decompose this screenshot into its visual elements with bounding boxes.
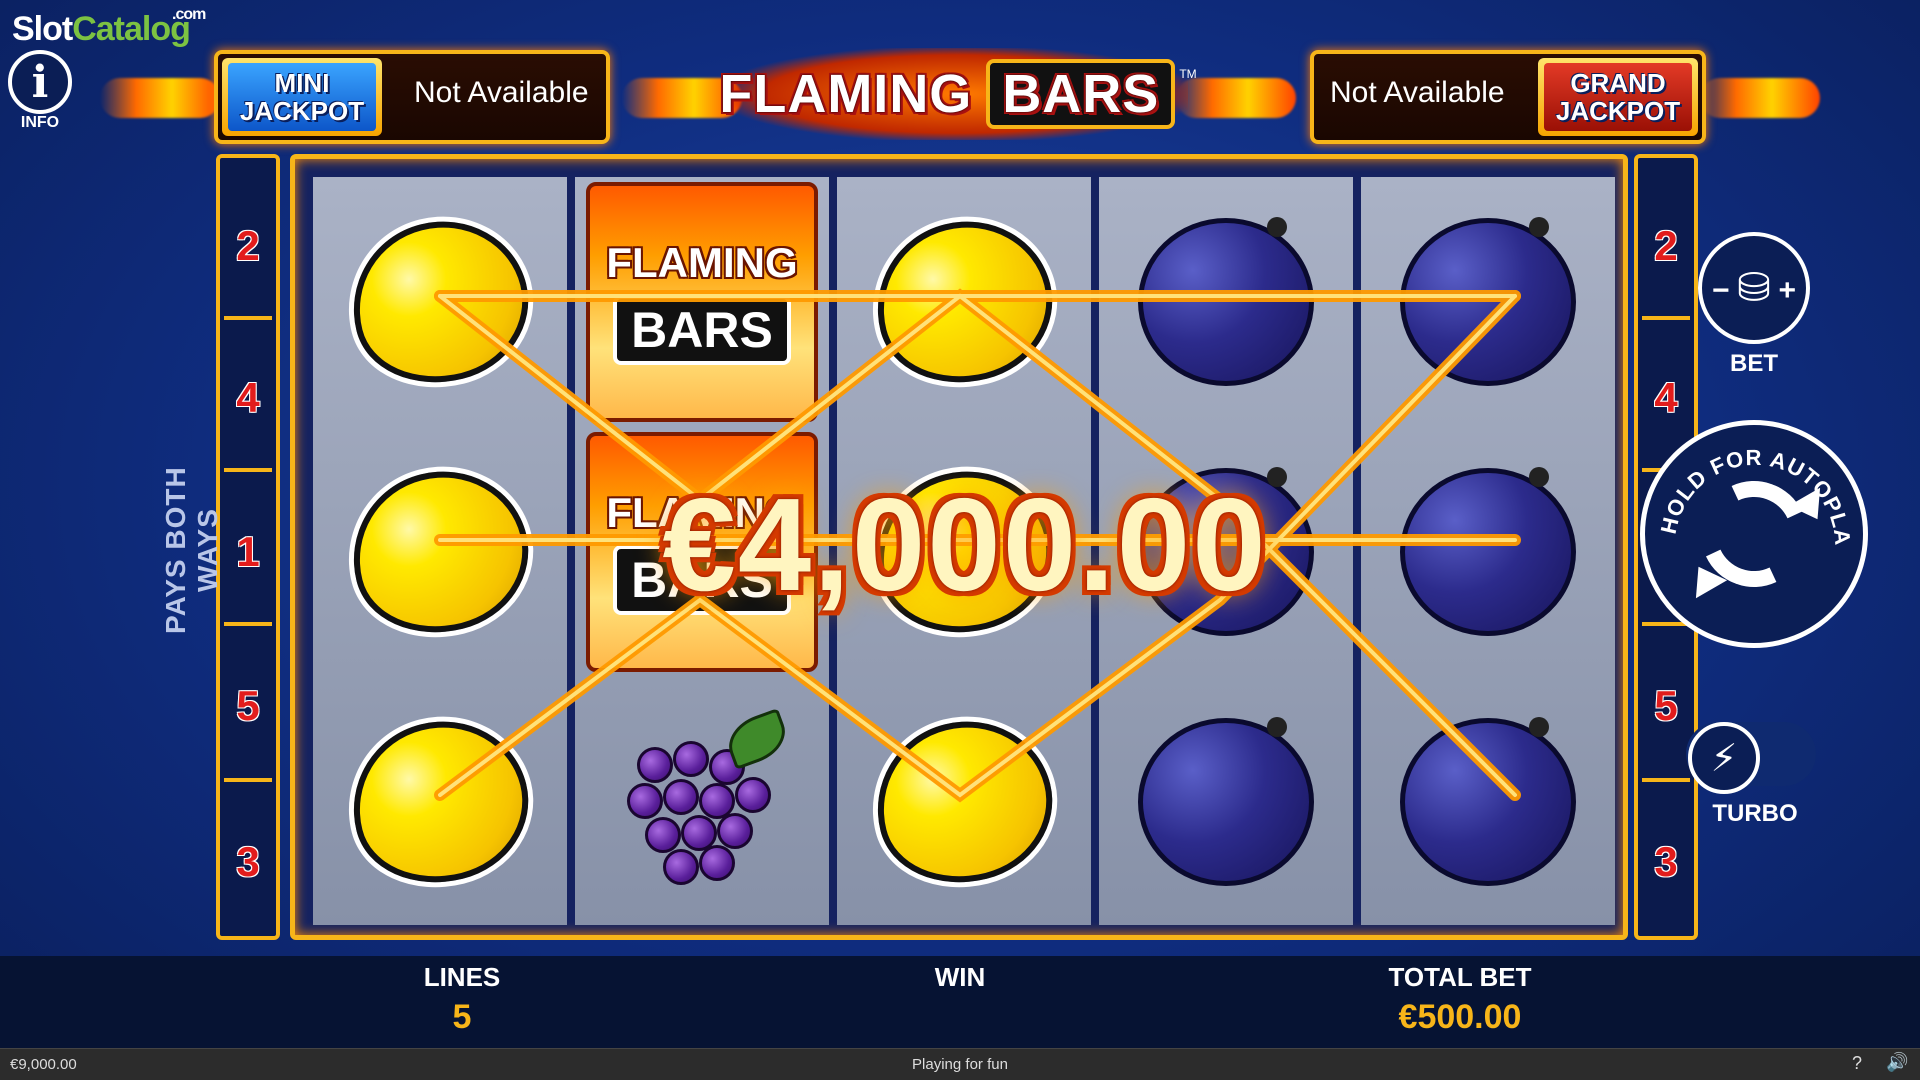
bet-button[interactable]: − ⛁ + [1698, 232, 1810, 344]
payline-number[interactable]: 1 [220, 528, 276, 576]
play-mode-text: Playing for fun [912, 1056, 1008, 1073]
reel-cell [1361, 177, 1615, 426]
help-icon[interactable]: ? [1852, 1053, 1862, 1074]
lemon-symbol-icon [335, 452, 545, 651]
payline-number[interactable]: 3 [1638, 838, 1694, 886]
flame-decoration-logo-right [1176, 78, 1296, 118]
win-label: WIN [934, 962, 986, 992]
minus-icon: − [1712, 274, 1730, 307]
plum-symbol-icon [1400, 216, 1576, 386]
info-icon: i [31, 56, 49, 108]
reel-cell [1361, 427, 1615, 676]
grand-jackpot-badge: GRAND JACKPOT [1538, 58, 1698, 136]
big-win-amount: €4,000.00 [662, 471, 1268, 618]
reel-cell [837, 177, 1091, 426]
payline-number[interactable]: 4 [1638, 374, 1694, 422]
plus-icon: + [1778, 274, 1796, 307]
mini-jackpot-badge: MINI JACKPOT [222, 58, 382, 136]
total-bet-value: €500.00 [1398, 998, 1522, 1036]
plum-symbol-icon [1138, 716, 1314, 886]
slotcatalog-watermark: SlotCatalog .com [12, 6, 206, 48]
coin-stack-icon: ⛁ [1737, 266, 1771, 310]
info-label: INFO [20, 114, 60, 131]
reel-cell [313, 177, 567, 426]
lemon-symbol-icon [335, 702, 545, 901]
plum-symbol-icon [1138, 216, 1314, 386]
reel-cell [1099, 677, 1353, 926]
info-button[interactable]: i [8, 50, 72, 114]
flame-decoration-left [100, 78, 220, 118]
flaming-bars-symbol-icon: FLAMING BARS [586, 181, 818, 422]
reel-1 [313, 177, 567, 925]
grapes-symbol-icon [617, 707, 793, 887]
reel-cell [313, 427, 567, 676]
pays-both-ways-label: PAYS BOTH WAYS [160, 466, 223, 634]
lightning-bolt-icon: ⚡ [1710, 737, 1738, 780]
grand-jackpot-panel: Not Available GRAND JACKPOT [1310, 50, 1706, 144]
reel-cell [313, 677, 567, 926]
payline-number[interactable]: 5 [220, 682, 276, 730]
turbo-label: TURBO [1712, 800, 1798, 827]
grand-jackpot-value: Not Available [1330, 76, 1505, 109]
payline-number[interactable]: 3 [220, 838, 276, 886]
plum-symbol-icon [1400, 466, 1576, 636]
game-logo: FLAMING BARS TM [719, 48, 1197, 140]
reel-5 [1361, 177, 1615, 925]
reel-cell [837, 677, 1091, 926]
lemon-symbol-icon [859, 202, 1069, 401]
turbo-toggle-knob[interactable]: ⚡ [1688, 722, 1760, 794]
bet-label: BET [1730, 350, 1778, 377]
payline-number[interactable]: 2 [1638, 222, 1694, 270]
lines-value: 5 [452, 998, 472, 1036]
reel-cell [1099, 177, 1353, 426]
payline-number[interactable]: 5 [1638, 682, 1694, 730]
lines-label: LINES [423, 962, 501, 992]
mini-jackpot-panel: MINI JACKPOT Not Available [214, 50, 610, 144]
reel-cell [1361, 677, 1615, 926]
total-bet-label: TOTAL BET [1388, 962, 1532, 992]
lemon-symbol-icon [335, 202, 545, 401]
spin-autoplay-button[interactable]: HOLD FOR AUTOPLAY [1640, 420, 1868, 648]
payline-number[interactable]: 4 [220, 374, 276, 422]
mini-jackpot-value: Not Available [414, 76, 589, 109]
reel-cell [575, 677, 829, 926]
speaker-icon[interactable]: 🔊 [1886, 1052, 1908, 1073]
balance-display: €9,000.00 [10, 1056, 77, 1073]
payline-number[interactable]: 2 [220, 222, 276, 270]
lemon-symbol-icon [859, 702, 1069, 901]
reel-cell: FLAMING BARS [575, 177, 829, 426]
payline-indicator-left: 2 4 1 5 3 [216, 154, 280, 940]
plum-symbol-icon [1400, 716, 1576, 886]
flame-decoration-right [1700, 78, 1820, 118]
